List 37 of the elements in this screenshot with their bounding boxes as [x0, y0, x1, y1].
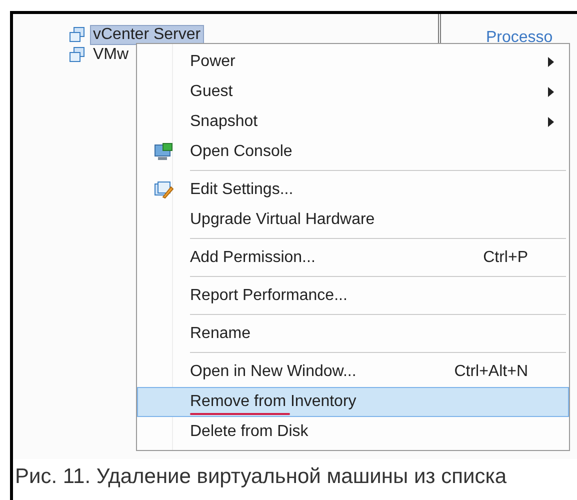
- menu-item[interactable]: Add Permission... Ctrl+P: [137, 235, 569, 273]
- menu-item-label: Power: [190, 53, 236, 71]
- processor-link[interactable]: Processo: [486, 29, 553, 46]
- tree-item[interactable]: VMw: [90, 45, 132, 65]
- figure-caption: Рис. 11. Удаление виртуальной машины из списка: [14, 464, 508, 490]
- menu-item[interactable]: Open Console: [137, 137, 569, 167]
- menu-item-label: Remove from Inventory: [190, 393, 356, 411]
- menu-item[interactable]: Edit Settings...: [137, 167, 569, 205]
- submenu-arrow-icon: [548, 87, 554, 97]
- menu-item-label: Report Performance...: [190, 287, 348, 305]
- menu-item[interactable]: Remove from Inventory: [137, 387, 569, 417]
- menu-item-label: Delete from Disk: [190, 423, 308, 441]
- vm-icon: [68, 26, 86, 44]
- monitor-icon: [154, 143, 174, 161]
- menu-item[interactable]: Rename: [137, 311, 569, 349]
- menu-item-label: Rename: [190, 325, 250, 343]
- menu-item[interactable]: Upgrade Virtual Hardware: [137, 205, 569, 235]
- menu-item-label: Upgrade Virtual Hardware: [190, 211, 375, 229]
- menu-item[interactable]: Report Performance...: [137, 273, 569, 311]
- menu-item-label: Guest: [190, 83, 233, 101]
- submenu-arrow-icon: [548, 117, 554, 127]
- submenu-arrow-icon: [548, 57, 554, 67]
- tree-item[interactable]: vCenter Server: [90, 25, 204, 45]
- menu-item[interactable]: Delete from Disk: [137, 417, 569, 447]
- menu-item[interactable]: Guest: [137, 77, 569, 107]
- menu-item-label: Edit Settings...: [190, 181, 294, 199]
- menu-item[interactable]: Open in New Window... Ctrl+Alt+N: [137, 349, 569, 387]
- edit-icon: [154, 181, 174, 199]
- menu-item[interactable]: Power: [137, 47, 569, 77]
- vm-icon: [68, 46, 86, 64]
- menu-item-label: Snapshot: [190, 113, 258, 131]
- menu-item-label: Open Console: [190, 143, 292, 161]
- menu-item[interactable]: Snapshot: [137, 107, 569, 137]
- menu-item-label: Add Permission...: [190, 249, 316, 267]
- shortcut-label: Ctrl+P: [483, 248, 529, 268]
- shortcut-label: Ctrl+Alt+N: [454, 362, 529, 382]
- menu-item-label: Open in New Window...: [190, 363, 356, 381]
